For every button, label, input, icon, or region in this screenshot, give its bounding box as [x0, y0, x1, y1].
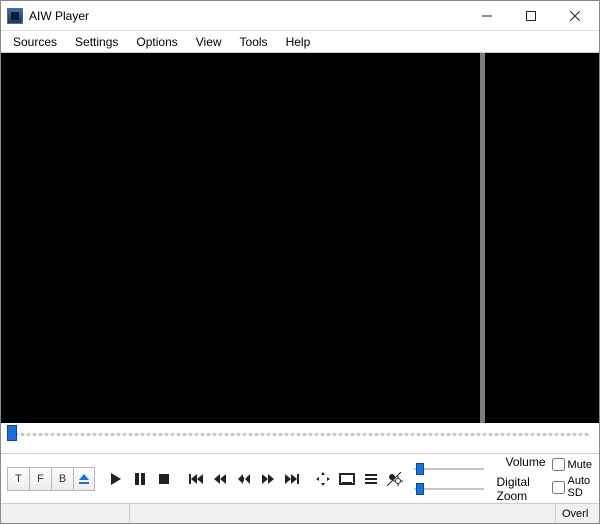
eject-icon	[78, 473, 90, 485]
menu-options[interactable]: Options	[128, 33, 185, 51]
mute-input[interactable]	[552, 458, 565, 471]
menu-settings[interactable]: Settings	[67, 33, 126, 51]
status-overlay-cell: Overl	[555, 504, 595, 523]
digital-zoom-label: Digital Zoom	[496, 475, 545, 503]
mode-f-button[interactable]: F	[29, 467, 51, 491]
volume-slider[interactable]	[414, 462, 484, 476]
play-button[interactable]	[105, 467, 127, 491]
skip-back-icon	[189, 473, 203, 485]
pause-icon	[134, 472, 146, 486]
brightness-icon	[387, 472, 403, 486]
status-overlay-text: Overl	[562, 508, 588, 520]
stop-icon	[158, 473, 170, 485]
minimize-icon	[482, 11, 492, 21]
menu-sources[interactable]: Sources	[5, 33, 65, 51]
fullscreen-button[interactable]	[336, 467, 358, 491]
playlist-button[interactable]	[360, 467, 382, 491]
fullscreen-icon	[339, 473, 355, 485]
brightness-button[interactable]	[384, 467, 406, 491]
maximize-icon	[526, 11, 536, 21]
close-icon	[570, 11, 580, 21]
volume-label: Volume	[506, 455, 546, 469]
status-cell-1	[5, 504, 125, 523]
fast-forward-icon	[261, 473, 275, 485]
skip-forward-button[interactable]	[281, 467, 303, 491]
stop-button[interactable]	[153, 467, 175, 491]
video-pane-divider[interactable]	[480, 53, 485, 423]
seek-bar[interactable]	[1, 423, 599, 453]
skip-forward-icon	[285, 473, 299, 485]
step-back-icon	[237, 473, 251, 485]
fast-forward-button[interactable]	[257, 467, 279, 491]
video-display[interactable]	[1, 53, 599, 423]
title-bar: AIW Player	[1, 1, 599, 31]
mode-b-button[interactable]: B	[51, 467, 73, 491]
app-icon	[7, 8, 23, 24]
status-bar: Overl	[1, 503, 599, 523]
control-toolbar: T F B	[1, 453, 599, 503]
play-icon	[110, 472, 122, 486]
seek-track	[9, 433, 591, 436]
move-icon	[316, 472, 330, 486]
move-button[interactable]	[312, 467, 334, 491]
mute-checkbox[interactable]: Mute	[552, 458, 593, 471]
skip-back-button[interactable]	[185, 467, 207, 491]
step-back-button[interactable]	[233, 467, 255, 491]
rewind-button[interactable]	[209, 467, 231, 491]
close-button[interactable]	[553, 2, 597, 30]
auto-sd-checkbox[interactable]: Auto SD	[552, 475, 593, 499]
menu-help[interactable]: Help	[278, 33, 319, 51]
window-title: AIW Player	[29, 9, 465, 23]
zoom-slider[interactable]	[414, 482, 484, 496]
maximize-button[interactable]	[509, 2, 553, 30]
status-cell-2	[129, 504, 551, 523]
menu-bar: Sources Settings Options View Tools Help	[1, 31, 599, 53]
menu-tools[interactable]: Tools	[232, 33, 276, 51]
mode-t-button[interactable]: T	[7, 467, 29, 491]
seek-thumb[interactable]	[7, 425, 17, 441]
pause-button[interactable]	[129, 467, 151, 491]
list-icon	[364, 473, 378, 485]
menu-view[interactable]: View	[188, 33, 230, 51]
volume-thumb[interactable]	[416, 463, 424, 475]
zoom-thumb[interactable]	[416, 483, 424, 495]
auto-sd-input[interactable]	[552, 481, 565, 494]
eject-button[interactable]	[73, 467, 95, 491]
minimize-button[interactable]	[465, 2, 509, 30]
rewind-icon	[213, 473, 227, 485]
